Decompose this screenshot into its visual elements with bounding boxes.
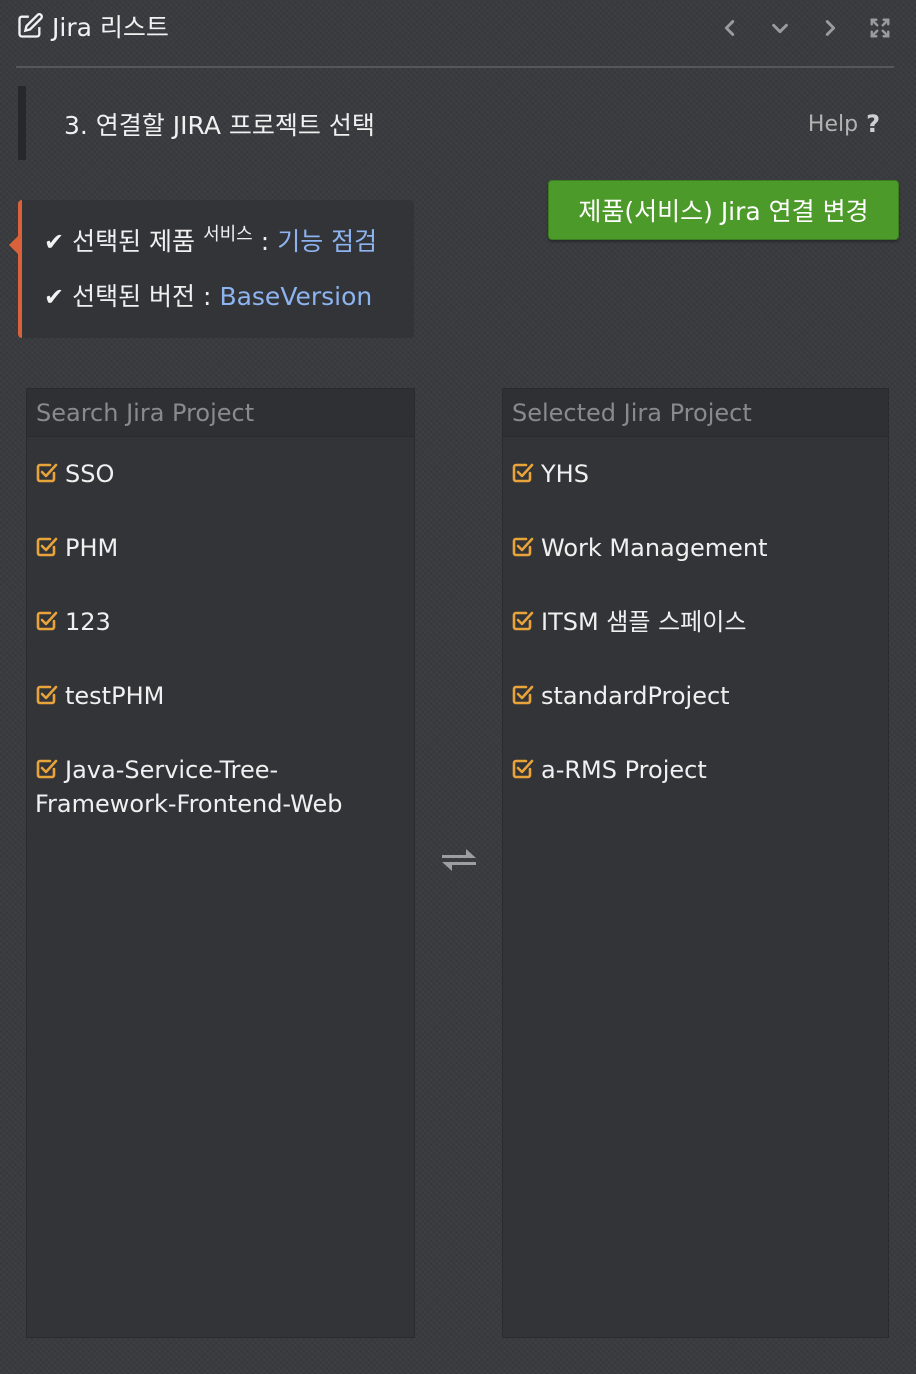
- collapse-right-button[interactable]: [816, 12, 844, 44]
- checkbox-icon: [36, 537, 58, 557]
- checkbox-icon: [36, 611, 58, 631]
- header-divider: [16, 66, 894, 68]
- checkbox-icon: [512, 537, 534, 557]
- window-header: Jira 리스트: [0, 0, 916, 68]
- collapse-down-button[interactable]: [766, 12, 794, 44]
- check-icon: ✔: [44, 228, 65, 256]
- fullscreen-button[interactable]: [866, 12, 894, 44]
- chevron-down-icon: [772, 23, 788, 34]
- selected-project-input[interactable]: [503, 389, 888, 437]
- list-item[interactable]: testPHM: [35, 679, 406, 713]
- project-name: ITSM 샘플 스페이스: [541, 608, 747, 636]
- header-tools: [716, 12, 894, 44]
- checkbox-icon: [36, 463, 58, 483]
- chevron-left-icon: [724, 20, 735, 36]
- selected-project-panel: YHS Work Management ITSM 샘플 스페이스 standar…: [502, 388, 889, 1338]
- project-name: Java-Service-Tree-Framework-Frontend-Web: [35, 756, 343, 818]
- selected-version-value[interactable]: BaseVersion: [219, 282, 372, 311]
- checkbox-icon: [512, 463, 534, 483]
- step-title: 3. 연결할 JIRA 프로젝트 선택: [64, 111, 375, 140]
- list-item[interactable]: ITSM 샘플 스페이스: [511, 605, 880, 639]
- search-project-panel: SSO PHM 123 testPHM Java-Service-Tree-Fr…: [26, 388, 415, 1338]
- search-project-input[interactable]: [27, 389, 414, 437]
- selected-version-label: 선택된 버전 :: [72, 282, 212, 311]
- checkbox-icon: [512, 759, 534, 779]
- project-name: PHM: [65, 534, 119, 562]
- transfer-button[interactable]: [436, 840, 482, 880]
- question-icon: ?: [866, 110, 880, 138]
- list-item[interactable]: Work Management: [511, 531, 880, 565]
- list-item[interactable]: 123: [35, 605, 406, 639]
- project-name: a-RMS Project: [541, 756, 707, 784]
- window-title: Jira 리스트: [16, 8, 169, 44]
- list-item[interactable]: SSO: [35, 457, 406, 491]
- check-icon: ✔: [44, 283, 65, 311]
- help-label: Help: [807, 111, 859, 137]
- selected-product-row: ✔ 선택된 제품 서비스 : 기능 점검: [44, 222, 377, 258]
- selected-product-sup: 서비스: [203, 224, 253, 245]
- change-jira-link-button[interactable]: 제품(서비스) Jira 연결 변경: [548, 180, 899, 240]
- project-name: YHS: [541, 460, 589, 488]
- list-item[interactable]: a-RMS Project: [511, 753, 880, 787]
- list-item[interactable]: PHM: [35, 531, 406, 565]
- checkbox-icon: [512, 611, 534, 631]
- project-name: testPHM: [65, 682, 165, 710]
- list-item[interactable]: Java-Service-Tree-Framework-Frontend-Web: [35, 753, 406, 821]
- checkbox-icon: [36, 685, 58, 705]
- chevron-right-icon: [825, 20, 836, 36]
- help-button[interactable]: Help ?: [808, 110, 880, 138]
- project-name: 123: [65, 608, 111, 636]
- window-title-text: Jira 리스트: [52, 13, 169, 42]
- list-item[interactable]: YHS: [511, 457, 880, 491]
- edit-icon: [18, 13, 43, 38]
- checkbox-icon: [512, 685, 534, 705]
- checkbox-icon: [36, 759, 58, 779]
- step-heading: 3. 연결할 JIRA 프로젝트 선택 Help ?: [18, 86, 896, 160]
- project-name: standardProject: [541, 682, 730, 710]
- swap-arrows-icon: [442, 849, 476, 871]
- list-item[interactable]: standardProject: [511, 679, 880, 713]
- project-name: SSO: [65, 460, 115, 488]
- project-name: Work Management: [541, 534, 768, 562]
- selection-info: ✔ 선택된 제품 서비스 : 기능 점검 ✔ 선택된 버전 : BaseVers…: [9, 200, 414, 338]
- selected-project-list: YHS Work Management ITSM 샘플 스페이스 standar…: [503, 457, 888, 787]
- expand-icon: [870, 18, 890, 38]
- collapse-left-button[interactable]: [716, 12, 744, 44]
- selected-product-label: 선택된 제품: [72, 227, 196, 256]
- available-project-list: SSO PHM 123 testPHM Java-Service-Tree-Fr…: [27, 457, 414, 821]
- selected-version-row: ✔ 선택된 버전 : BaseVersion: [44, 277, 372, 313]
- selected-product-separator: :: [260, 227, 270, 256]
- selected-product-value[interactable]: 기능 점검: [277, 222, 377, 258]
